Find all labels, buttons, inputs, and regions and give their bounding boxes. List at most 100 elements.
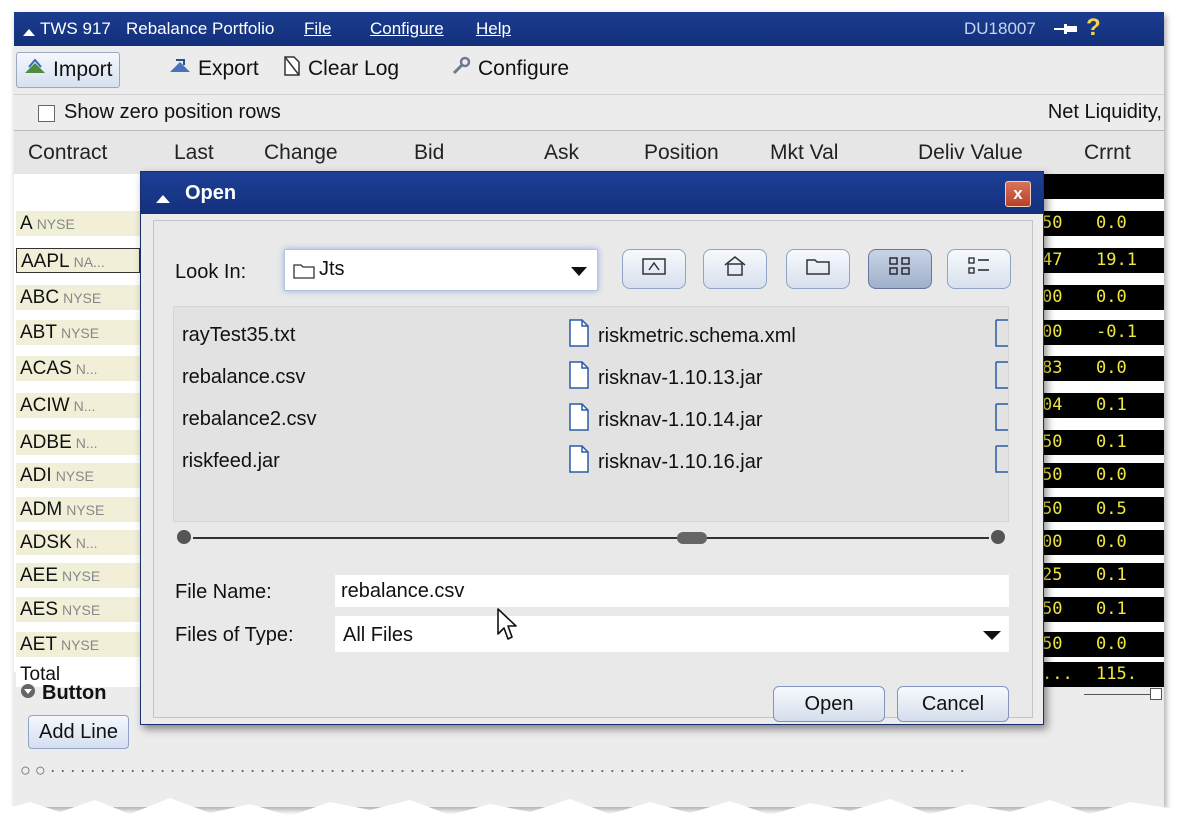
torn-edge: [0, 798, 1181, 835]
value-cell: 50 0.1: [1038, 597, 1164, 622]
configure-button[interactable]: Configure: [450, 52, 569, 86]
import-button[interactable]: Import: [16, 52, 120, 88]
col-mkt-val[interactable]: Mkt Val: [770, 141, 838, 165]
look-in-label: Look In:: [175, 261, 247, 283]
file-item[interactable]: riskfeed.jar: [182, 450, 280, 473]
file-icon: [994, 445, 1008, 479]
show-zero-label: Show zero position rows: [64, 101, 281, 123]
details-view-button[interactable]: [947, 249, 1011, 289]
new-folder-button[interactable]: [786, 249, 850, 289]
symbol-cell: AES NYSE: [16, 597, 140, 622]
buttons-section-label: Button: [42, 682, 107, 704]
value-cell: 25 0.1: [1038, 563, 1164, 588]
value-cell: 50 0.1: [1038, 430, 1164, 455]
clear-log-button[interactable]: Clear Log: [282, 52, 399, 86]
file-item[interactable]: rayTest35.txt: [182, 324, 295, 347]
file-item[interactable]: risknav-1.10.16.jar: [568, 445, 763, 479]
dialog-logo-icon: [155, 186, 171, 210]
list-view-button[interactable]: [868, 249, 932, 289]
col-position[interactable]: Position: [644, 141, 719, 165]
symbol-cell: ADSK N...: [16, 530, 140, 555]
dialog-title-bar: Open x: [141, 172, 1043, 214]
clear-log-icon: [282, 55, 302, 83]
home-icon: [722, 255, 748, 283]
close-icon[interactable]: x: [1005, 181, 1031, 207]
title-bar: TWS 917 Rebalance Portfolio File Configu…: [14, 12, 1164, 46]
file-item[interactable]: rebalance.csv: [182, 366, 305, 389]
add-line-button[interactable]: Add Line: [28, 715, 129, 749]
section-expand-box[interactable]: [1150, 688, 1162, 700]
file-item[interactable]: risknav-1.10.13.jar: [568, 361, 763, 395]
cancel-button[interactable]: Cancel: [897, 686, 1009, 722]
col-ask[interactable]: Ask: [544, 141, 579, 165]
pin-icon[interactable]: [1054, 21, 1080, 41]
col-crrnt[interactable]: Crrnt: [1084, 141, 1131, 165]
file-icon: [994, 319, 1008, 353]
symbol-cell: AAPL NA...: [16, 248, 140, 273]
col-deliv-value[interactable]: Deliv Value: [918, 141, 1023, 165]
splitter-handle[interactable]: ○○······································…: [20, 760, 969, 781]
file-icon: [994, 361, 1008, 395]
up-folder-icon: [641, 256, 667, 282]
file-icon: [568, 361, 590, 395]
scroll-right-icon[interactable]: [991, 530, 1005, 544]
new-folder-icon: [805, 256, 831, 282]
col-contract[interactable]: Contract: [28, 141, 107, 165]
col-bid[interactable]: Bid: [414, 141, 444, 165]
folder-icon: [293, 261, 315, 285]
chevron-down-icon: [983, 631, 1001, 640]
mouse-cursor-icon: [496, 608, 518, 648]
file-list: rayTest35.txt rebalance.csv rebalance2.c…: [173, 306, 1009, 522]
look-in-dropdown[interactable]: Jts: [284, 249, 598, 291]
horizontal-scrollbar[interactable]: [177, 527, 1005, 549]
value-cell: 50 0.0: [1038, 211, 1164, 236]
open-dialog: Open x Look In: Jts rayTest35.txt rebala…: [140, 171, 1044, 725]
dialog-title: Open: [185, 182, 237, 204]
account-id: DU18007: [964, 19, 1036, 38]
options-row: Show zero position rows Net Liquidity,: [14, 96, 1164, 130]
file-icon: [994, 403, 1008, 437]
scroll-track[interactable]: [193, 537, 989, 539]
file-name-input[interactable]: [335, 575, 1009, 607]
value-cell: 50 0.0: [1038, 632, 1164, 657]
help-icon[interactable]: ?: [1086, 14, 1101, 42]
tool-name: Rebalance Portfolio: [126, 19, 275, 38]
symbol-cell: ADI NYSE: [16, 463, 140, 488]
collapse-icon[interactable]: [20, 682, 36, 705]
show-zero-checkbox[interactable]: [38, 105, 55, 122]
file-icon: [568, 445, 590, 479]
file-item[interactable]: rebalance2.csv: [182, 408, 317, 431]
section-divider: [1084, 694, 1154, 695]
value-cell: 00 0.0: [1038, 530, 1164, 555]
app-name: TWS 917: [40, 19, 111, 38]
look-in-value: Jts: [319, 258, 345, 280]
import-icon: [23, 57, 47, 83]
home-button[interactable]: [703, 249, 767, 289]
file-name-label: File Name:: [175, 581, 272, 603]
export-button[interactable]: Export: [168, 52, 259, 86]
file-item[interactable]: riskmetric.schema.xml: [568, 319, 796, 353]
menu-file[interactable]: File: [304, 19, 331, 39]
symbol-cell: AET NYSE: [16, 632, 140, 657]
value-cell: 04 0.1: [1038, 393, 1164, 418]
symbol-cell: ADM NYSE: [16, 497, 140, 522]
file-item[interactable]: risknav-1.10.14.jar: [568, 403, 763, 437]
col-change[interactable]: Change: [264, 141, 338, 165]
app-logo-icon: [22, 22, 36, 42]
net-liquidity-label: Net Liquidity,: [1047, 101, 1162, 123]
toolbar: Import Export Clear Log Configure: [14, 46, 1164, 95]
open-button[interactable]: Open: [773, 686, 885, 722]
file-type-dropdown[interactable]: All Files: [335, 616, 1009, 652]
menu-configure[interactable]: Configure: [370, 19, 444, 39]
up-folder-button[interactable]: [622, 249, 686, 289]
list-view-icon: [888, 256, 912, 282]
scroll-thumb[interactable]: [677, 532, 707, 544]
col-last[interactable]: Last: [174, 141, 214, 165]
wrench-icon: [450, 55, 472, 83]
symbol-cell: ABC NYSE: [16, 285, 140, 310]
scroll-left-icon[interactable]: [177, 530, 191, 544]
value-cell: 50 0.5: [1038, 497, 1164, 522]
value-cell: 00 0.0: [1038, 285, 1164, 310]
value-cell: 83 0.0: [1038, 356, 1164, 381]
menu-help[interactable]: Help: [476, 19, 511, 39]
